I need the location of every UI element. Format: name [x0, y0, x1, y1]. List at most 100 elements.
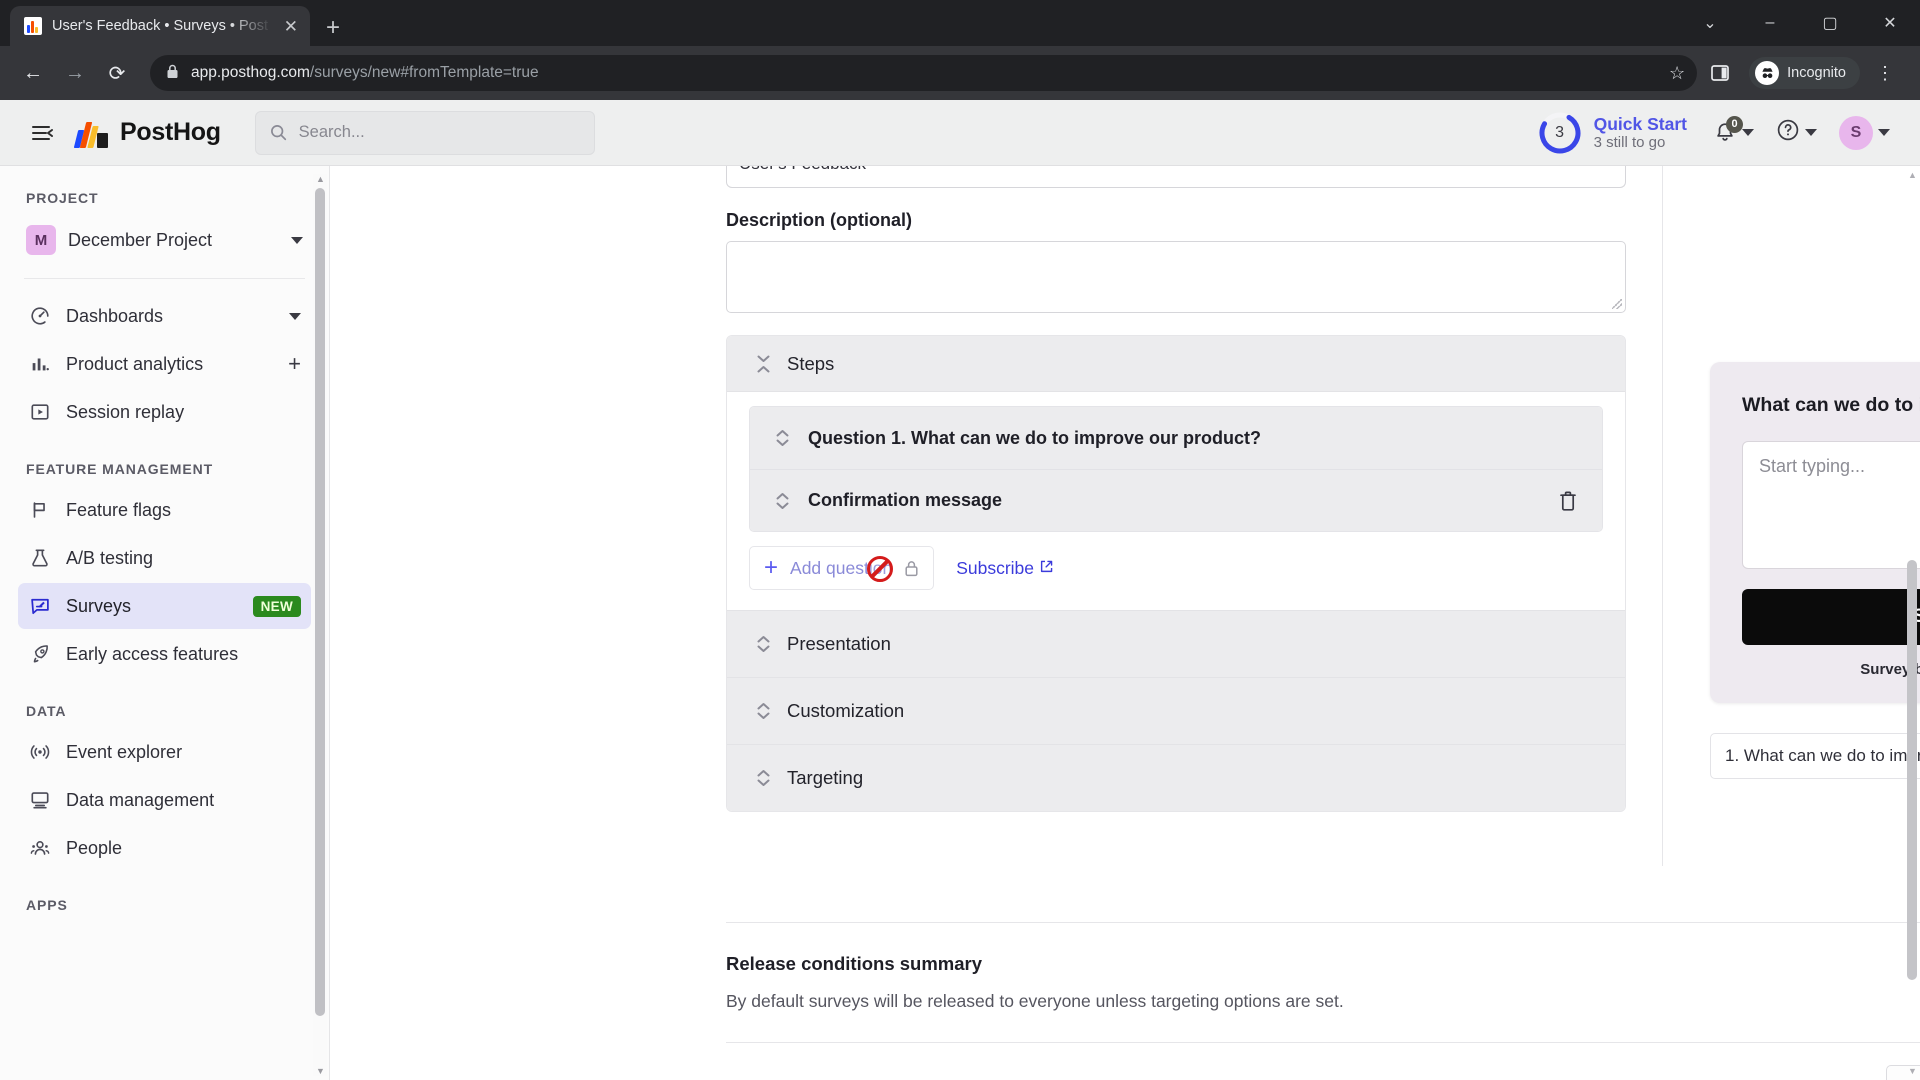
avatar: S [1839, 115, 1873, 150]
question-row[interactable]: Confirmation message [750, 469, 1602, 531]
quick-start-count: 3 [1555, 123, 1565, 141]
release-conditions-block: Release conditions summary By default su… [726, 888, 1920, 1080]
steps-body: Question 1. What can we do to improve ou… [727, 392, 1625, 610]
sidebar-item-data-management[interactable]: Data management [18, 777, 311, 823]
browser-tab[interactable]: User's Feedback • Surveys • Post ✕ [10, 6, 310, 46]
delete-question-icon[interactable] [1558, 490, 1578, 512]
survey-form: User's Feedback Description (optional) [726, 166, 1626, 812]
presentation-section-header[interactable]: Presentation [727, 610, 1625, 677]
section-title: Targeting [787, 767, 864, 788]
scroll-down-arrow-icon[interactable]: ▼ [316, 1066, 325, 1076]
chevron-down-icon [1805, 129, 1817, 136]
sidebar-item-surveys[interactable]: Surveys NEW [18, 583, 311, 629]
lock-icon [904, 560, 919, 577]
scroll-down-arrow-icon[interactable]: ▼ [1908, 1066, 1917, 1076]
main-scrollbar[interactable]: ▲ ▼ [1906, 170, 1918, 1076]
rocket-icon [28, 642, 52, 666]
sidebar-item-label: Feature flags [66, 499, 172, 520]
close-window-icon[interactable]: ✕ [1860, 0, 1920, 46]
tab-strip: User's Feedback • Surveys • Post ✕ + ⌄ ‒… [0, 0, 1920, 46]
reorder-handle-icon[interactable] [774, 429, 790, 447]
sidebar-heading-data: DATA [26, 703, 67, 719]
quick-start-widget[interactable]: 3 Quick Start 3 still to go [1538, 111, 1699, 155]
back-icon[interactable]: ← [14, 54, 52, 92]
gauge-icon [28, 304, 52, 328]
preview-question-selector-value: 1. What can we do to improve our produc [1725, 745, 1920, 765]
sidebar-item-feature-flags[interactable]: Feature flags [18, 487, 311, 533]
new-tab-button[interactable]: + [326, 16, 340, 40]
plus-icon[interactable]: + [288, 353, 301, 375]
expand-chevrons-icon [755, 702, 771, 720]
description-textarea[interactable] [726, 241, 1626, 313]
sidebar-item-dashboards[interactable]: Dashboards [18, 293, 311, 339]
forward-icon[interactable]: → [56, 54, 94, 92]
section-divider [726, 922, 1920, 923]
quick-start-subtitle: 3 still to go [1593, 133, 1666, 151]
scrollbar-thumb[interactable] [1907, 560, 1917, 980]
maximize-icon[interactable]: ▢ [1800, 0, 1860, 46]
account-menu[interactable]: S [1831, 115, 1898, 150]
notification-count-badge: 0 [1726, 115, 1743, 133]
notifications-button[interactable]: 0 [1705, 115, 1762, 145]
posthog-logo[interactable]: PostHog [73, 118, 221, 148]
plus-icon: + [764, 554, 779, 581]
search-input[interactable]: Search... [254, 110, 595, 155]
project-switcher[interactable]: M December Project [18, 216, 311, 264]
search-icon [270, 124, 287, 141]
reorder-handle-icon[interactable] [774, 492, 790, 510]
section-title: Customization [787, 700, 905, 721]
quick-start-progress: 3 [1538, 111, 1582, 155]
subscribe-label: Subscribe [956, 557, 1035, 578]
incognito-icon [1755, 61, 1780, 85]
sidebar-item-event-explorer[interactable]: Event explorer [18, 729, 311, 775]
chevron-down-icon[interactable] [289, 312, 301, 320]
play-box-icon [28, 400, 52, 424]
preview-textarea[interactable]: Start typing... [1742, 440, 1920, 569]
sidebar-divider [24, 278, 305, 279]
targeting-section-header[interactable]: Targeting [727, 744, 1625, 811]
sidebar-content: PROJECT M December Project Dashboards Pr… [0, 166, 329, 923]
not-allowed-cursor-icon [867, 556, 893, 582]
subscribe-link[interactable]: Subscribe [956, 558, 1054, 579]
questions-list: Question 1. What can we do to improve ou… [749, 406, 1603, 532]
customization-section-header[interactable]: Customization [727, 677, 1625, 744]
sidebar-scrollbar[interactable]: ▲ ▼ [313, 174, 327, 1076]
add-question-button[interactable]: + Add question [749, 546, 935, 590]
resize-grip-icon[interactable] [1612, 299, 1622, 309]
sidebar-item-early-access-features[interactable]: Early access features [18, 631, 311, 677]
window-controls: ⌄ ‒ ▢ ✕ [1680, 0, 1920, 46]
address-bar[interactable]: app.posthog.com/surveys/new#fromTemplate… [150, 55, 1698, 91]
survey-name-field[interactable]: User's Feedback [726, 166, 1626, 188]
sidebar-item-people[interactable]: People [18, 825, 311, 871]
help-button[interactable] [1768, 118, 1825, 147]
tab-search-icon[interactable]: ⌄ [1680, 0, 1740, 46]
side-panel-icon[interactable] [1701, 64, 1739, 82]
sidebar-item-session-replay[interactable]: Session replay [18, 389, 311, 435]
app-topbar: PostHog Search... 3 Quick Start 3 still … [0, 100, 1920, 166]
sidebar-item-label: Session replay [66, 401, 185, 422]
sidebar-heading-project: PROJECT [26, 190, 99, 206]
minimize-icon[interactable]: ‒ [1740, 0, 1800, 46]
preview-question-selector[interactable]: 1. What can we do to improve our produc [1710, 732, 1920, 779]
sidebar-item-label: Data management [66, 789, 215, 810]
close-tab-icon[interactable]: ✕ [282, 18, 300, 35]
collapse-chevrons-icon [755, 355, 771, 373]
preview-submit-button[interactable]: Submit [1742, 588, 1920, 645]
survey-preview-popup: ✕ What can we do to improve our product?… [1710, 362, 1920, 703]
steps-card: Steps Question 1. What can we do to impr… [726, 335, 1626, 812]
question-row[interactable]: Question 1. What can we do to improve ou… [750, 407, 1602, 469]
reload-icon[interactable]: ⟳ [98, 54, 136, 92]
scroll-up-arrow-icon[interactable]: ▲ [316, 174, 325, 184]
scroll-up-arrow-icon[interactable]: ▲ [1908, 170, 1917, 180]
steps-section-header[interactable]: Steps [727, 336, 1625, 392]
sidebar-item-product-analytics[interactable]: Product analytics + [18, 341, 311, 387]
release-conditions-text: By default surveys will be released to e… [726, 991, 1344, 1011]
main-content: User's Feedback Description (optional) [330, 166, 1920, 1080]
scrollbar-thumb[interactable] [315, 188, 325, 1016]
browser-menu-icon[interactable]: ⋮ [1864, 63, 1906, 84]
bookmark-star-icon[interactable]: ☆ [1669, 63, 1685, 84]
profile-chip[interactable]: Incognito [1749, 57, 1860, 89]
expand-chevrons-icon [755, 769, 771, 787]
sidebar-item-ab-testing[interactable]: A/B testing [18, 535, 311, 581]
sidebar-toggle-icon[interactable] [22, 123, 62, 143]
